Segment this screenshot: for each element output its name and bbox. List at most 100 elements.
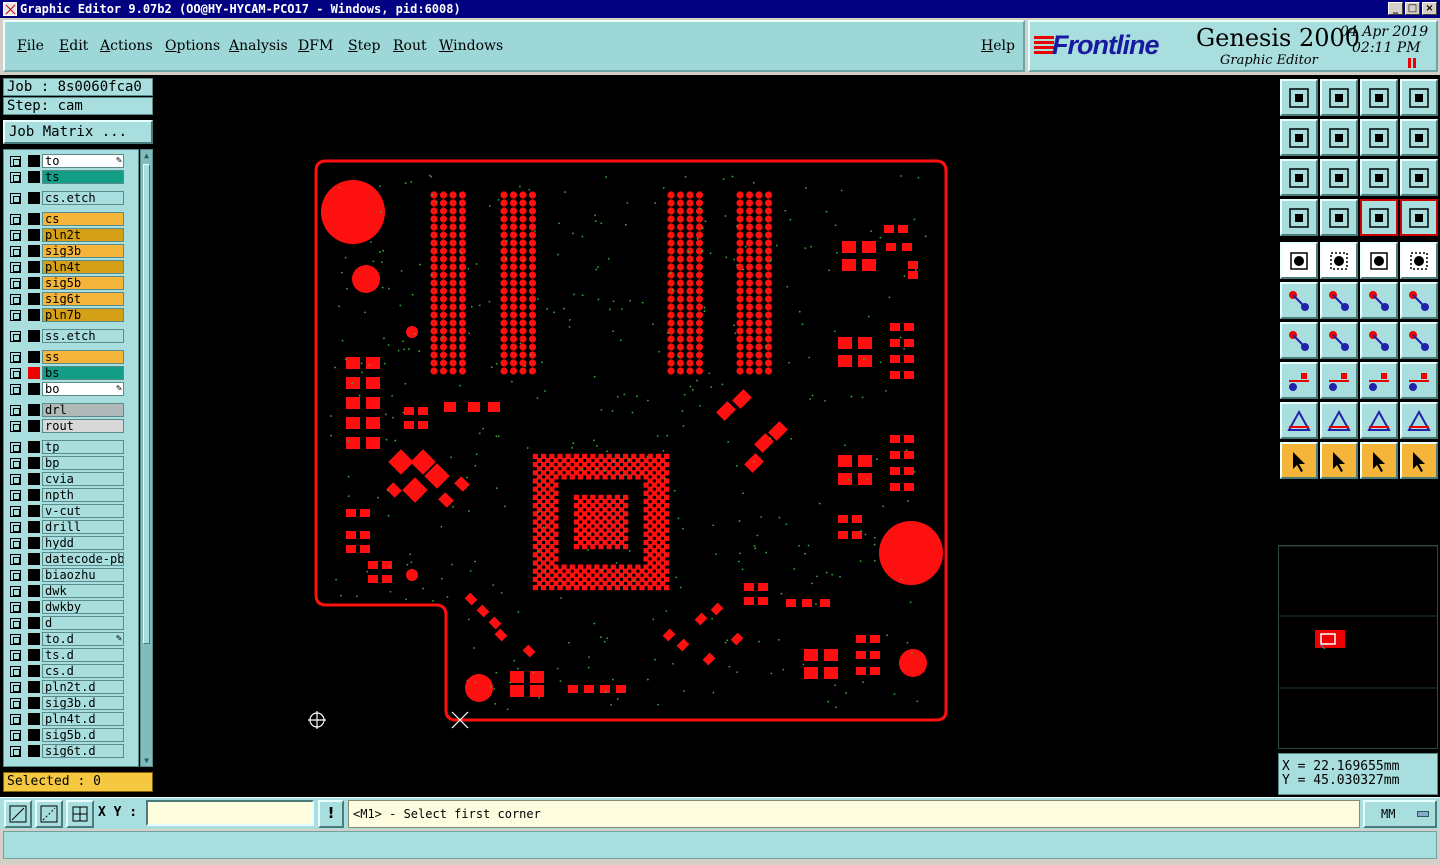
- layer-compare-icon[interactable]: [1400, 199, 1438, 236]
- layer-name[interactable]: sig6t.d: [42, 744, 124, 758]
- maximize-button[interactable]: □: [1405, 2, 1420, 15]
- layer-checkbox[interactable]: [10, 458, 21, 469]
- scroll-up-icon[interactable]: ▲: [142, 151, 151, 160]
- menu-step[interactable]: Step: [348, 38, 380, 54]
- layer-name[interactable]: dwk: [42, 584, 124, 598]
- layer-name[interactable]: ss.etch: [42, 329, 124, 343]
- layer-checkbox[interactable]: [10, 650, 21, 661]
- layer-name[interactable]: dwkby: [42, 600, 124, 614]
- layer-checkbox[interactable]: [10, 172, 21, 183]
- layer-row[interactable]: cs.d: [8, 664, 124, 678]
- route-select-icon[interactable]: [1400, 442, 1438, 479]
- layer-checkbox[interactable]: [10, 246, 21, 257]
- layer-row[interactable]: bs: [8, 366, 124, 380]
- menu-actions[interactable]: Actions: [100, 38, 153, 54]
- menu-dfm[interactable]: DFM: [298, 38, 333, 54]
- layer-checkbox[interactable]: [10, 442, 21, 453]
- layer-name[interactable]: drl: [42, 403, 124, 417]
- layer-checkbox[interactable]: [10, 618, 21, 629]
- mirror-icon[interactable]: [1400, 322, 1438, 359]
- layer-checkbox[interactable]: [10, 570, 21, 581]
- segment-icon[interactable]: [1320, 362, 1358, 399]
- triangle-icon[interactable]: [1280, 402, 1318, 439]
- arch-icon[interactable]: [1320, 402, 1358, 439]
- layer-checkbox[interactable]: [10, 474, 21, 485]
- grid-view-icon[interactable]: [1320, 199, 1358, 236]
- layer-checkbox[interactable]: [10, 682, 21, 693]
- job-matrix-button[interactable]: Job Matrix ...: [3, 120, 153, 144]
- layer-row[interactable]: drl: [8, 403, 124, 417]
- layer-row[interactable]: pln2t.d: [8, 680, 124, 694]
- layer-name[interactable]: sig3b: [42, 244, 124, 258]
- layer-name[interactable]: ts.d: [42, 648, 124, 662]
- select-arrow-icon[interactable]: [1360, 442, 1398, 479]
- pcb-view[interactable]: [156, 75, 1276, 797]
- menu-windows[interactable]: Windows: [439, 38, 503, 54]
- zoom-1to2-icon[interactable]: [1360, 159, 1398, 196]
- undo-icon[interactable]: [1360, 119, 1398, 156]
- layer-checkbox[interactable]: [10, 230, 21, 241]
- layer-row[interactable]: d: [8, 616, 124, 630]
- layer-name[interactable]: bo: [42, 382, 124, 396]
- add-pad-icon[interactable]: [1280, 362, 1318, 399]
- layer-checkbox[interactable]: [10, 490, 21, 501]
- layer-checkbox[interactable]: [10, 586, 21, 597]
- scroll-thumb[interactable]: [143, 164, 150, 644]
- layer-name[interactable]: pln2t.d: [42, 680, 124, 694]
- layer-name[interactable]: tp: [42, 440, 124, 454]
- layer-checkbox[interactable]: [10, 156, 21, 167]
- query-icon[interactable]: [1400, 159, 1438, 196]
- open-icon[interactable]: [1280, 79, 1318, 116]
- line-icon[interactable]: [1320, 242, 1358, 279]
- save-icon[interactable]: [1320, 79, 1358, 116]
- layer-name[interactable]: rout: [42, 419, 124, 433]
- multi-pad-icon[interactable]: [1400, 362, 1438, 399]
- layer-checkbox[interactable]: [10, 310, 21, 321]
- layer-row[interactable]: ts.d: [8, 648, 124, 662]
- minimize-button[interactable]: _: [1388, 2, 1403, 15]
- layer-row[interactable]: rout: [8, 419, 124, 433]
- xy-input[interactable]: [146, 800, 314, 826]
- layer-row[interactable]: ts: [8, 170, 124, 184]
- layer-checkbox[interactable]: [10, 294, 21, 305]
- export-icon[interactable]: [1320, 119, 1358, 156]
- layer-row[interactable]: sig3b: [8, 244, 124, 258]
- ruler-icon[interactable]: [1360, 242, 1398, 279]
- layer-row[interactable]: cvia: [8, 472, 124, 486]
- menu-options[interactable]: Options: [165, 38, 220, 54]
- layer-name[interactable]: sig6t: [42, 292, 124, 306]
- layer-name[interactable]: v-cut: [42, 504, 124, 518]
- layer-row[interactable]: pln2t: [8, 228, 124, 242]
- layer-toggle-icon[interactable]: [1360, 199, 1398, 236]
- layer-name[interactable]: d: [42, 616, 124, 630]
- layer-row[interactable]: biaozhu: [8, 568, 124, 582]
- arch3-icon[interactable]: [1400, 402, 1438, 439]
- layer-checkbox[interactable]: [10, 538, 21, 549]
- layer-row[interactable]: to.d ✎: [8, 632, 124, 646]
- menu-file[interactable]: File: [17, 38, 44, 54]
- layer-row[interactable]: drill: [8, 520, 124, 534]
- snap-icon[interactable]: [4, 800, 32, 828]
- window-icon[interactable]: [1400, 79, 1438, 116]
- layer-name[interactable]: pln2t: [42, 228, 124, 242]
- layer-row[interactable]: npth: [8, 488, 124, 502]
- layer-row[interactable]: dwkby: [8, 600, 124, 614]
- layer-row[interactable]: bp: [8, 456, 124, 470]
- warning-icon[interactable]: !: [318, 800, 344, 828]
- layer-checkbox[interactable]: [10, 368, 21, 379]
- arch2-icon[interactable]: [1360, 402, 1398, 439]
- layer-name[interactable]: drill: [42, 520, 124, 534]
- layer-row[interactable]: sig3b.d: [8, 696, 124, 710]
- layer-row[interactable]: pln4t: [8, 260, 124, 274]
- layer-name[interactable]: sig5b: [42, 276, 124, 290]
- layer-name[interactable]: sig3b.d: [42, 696, 124, 710]
- layer-checkbox[interactable]: [10, 554, 21, 565]
- menu-help[interactable]: Help: [981, 38, 1015, 54]
- menu-edit[interactable]: Edit: [59, 38, 88, 54]
- layer-checkbox[interactable]: [10, 331, 21, 342]
- layer-checkbox[interactable]: [10, 214, 21, 225]
- select-box-icon[interactable]: [1320, 442, 1358, 479]
- layer-name[interactable]: hydd: [42, 536, 124, 550]
- layer-checkbox[interactable]: [10, 634, 21, 645]
- layer-name[interactable]: datecode-pbo: [42, 552, 124, 566]
